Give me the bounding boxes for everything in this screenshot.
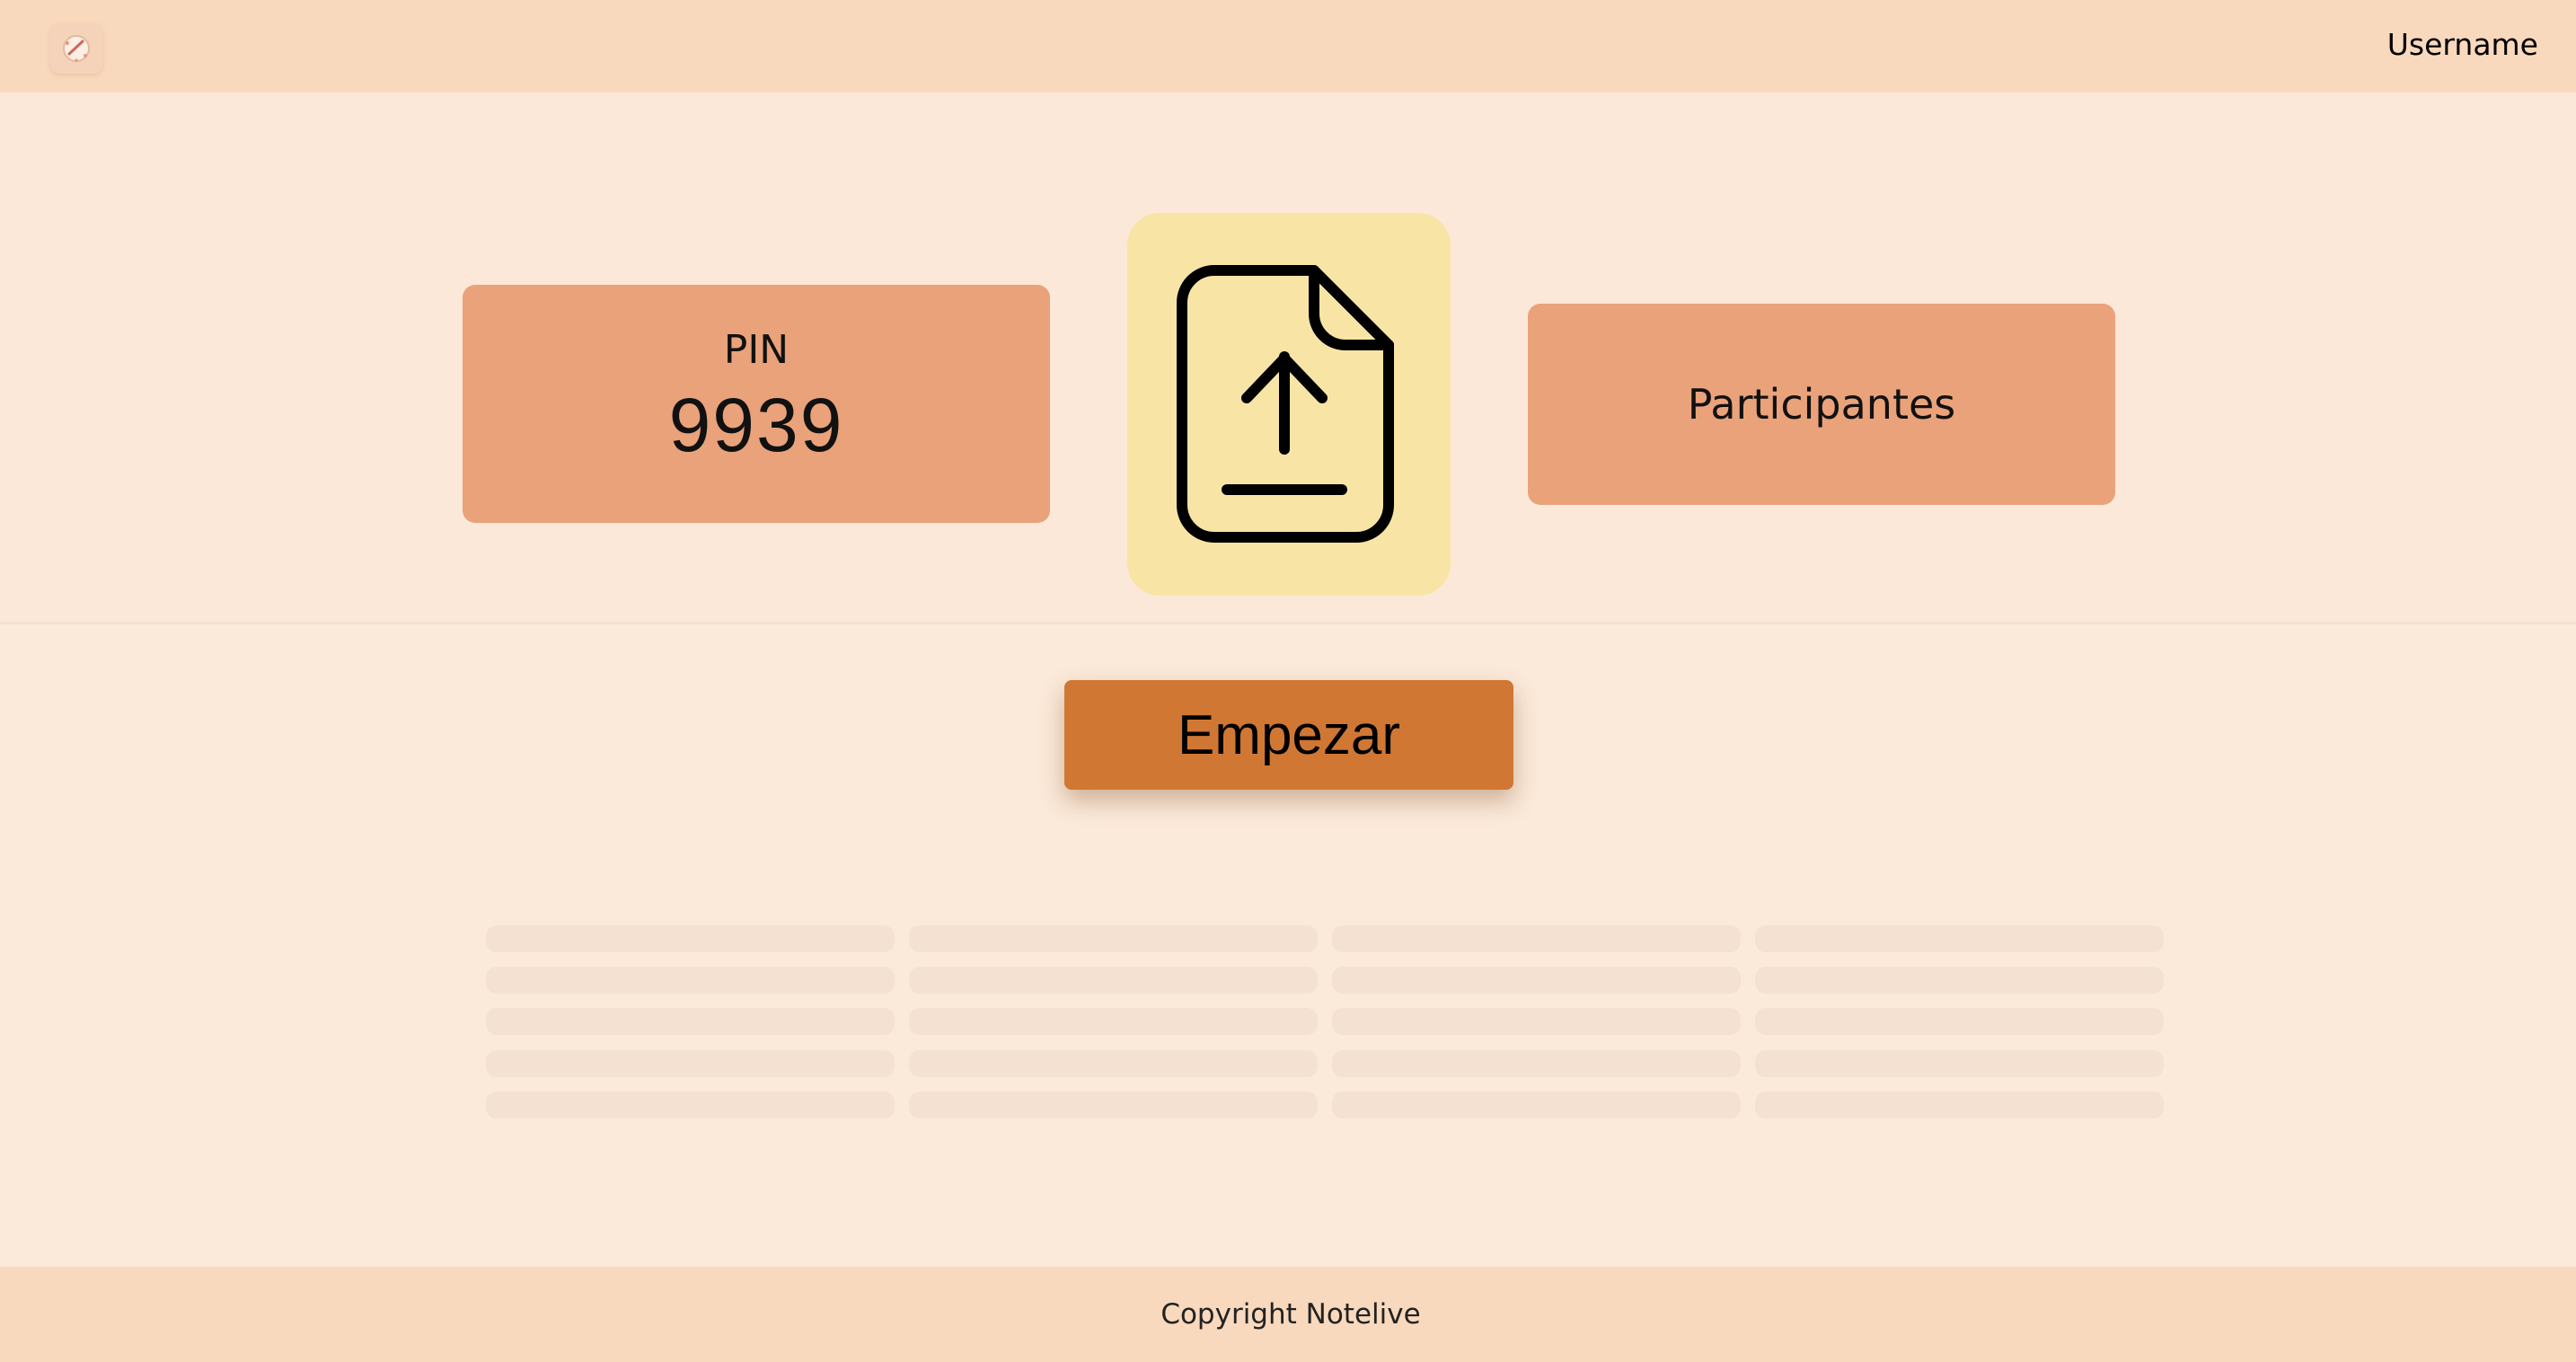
upload-file-button[interactable] bbox=[1127, 213, 1451, 596]
skeleton-cell bbox=[1755, 1049, 2164, 1077]
skeleton-cell bbox=[1332, 925, 1741, 952]
participants-button[interactable]: Participantes bbox=[1528, 304, 2115, 505]
skeleton-cell bbox=[486, 1008, 895, 1036]
skeleton-cell bbox=[909, 1049, 1318, 1077]
skeleton-cell bbox=[909, 1008, 1318, 1036]
pin-label: PIN bbox=[723, 327, 790, 374]
pin-value: 9939 bbox=[668, 382, 844, 467]
footer: Copyright Notelive bbox=[0, 1267, 2576, 1362]
top-bar: Username bbox=[0, 0, 2576, 93]
copyright-text: Copyright Notelive bbox=[1160, 1298, 1421, 1331]
pin-card: PIN 9939 bbox=[463, 285, 1050, 523]
file-upload-icon bbox=[1177, 265, 1394, 543]
participants-table-placeholder bbox=[486, 925, 2164, 1119]
skeleton-cell bbox=[1755, 1008, 2164, 1036]
skeleton-cell bbox=[1332, 1049, 1741, 1077]
skeleton-cell bbox=[1332, 1008, 1741, 1036]
skeleton-cell bbox=[909, 925, 1318, 952]
skeleton-cell bbox=[1755, 967, 2164, 995]
skeleton-cell bbox=[1332, 967, 1741, 995]
app-logo-icon[interactable] bbox=[50, 23, 102, 74]
skeleton-cell bbox=[909, 967, 1318, 995]
skeleton-cell bbox=[486, 1049, 895, 1077]
participants-label: Participantes bbox=[1687, 380, 1956, 429]
skeleton-cell bbox=[486, 925, 895, 952]
skeleton-cell bbox=[1332, 1091, 1741, 1119]
skeleton-cell bbox=[486, 1091, 895, 1119]
skeleton-cell bbox=[909, 1091, 1318, 1119]
skeleton-cell bbox=[486, 967, 895, 995]
username-link[interactable]: Username bbox=[2387, 27, 2538, 62]
skeleton-cell bbox=[1755, 925, 2164, 952]
start-button[interactable]: Empezar bbox=[1064, 680, 1513, 790]
skeleton-cell bbox=[1755, 1091, 2164, 1119]
